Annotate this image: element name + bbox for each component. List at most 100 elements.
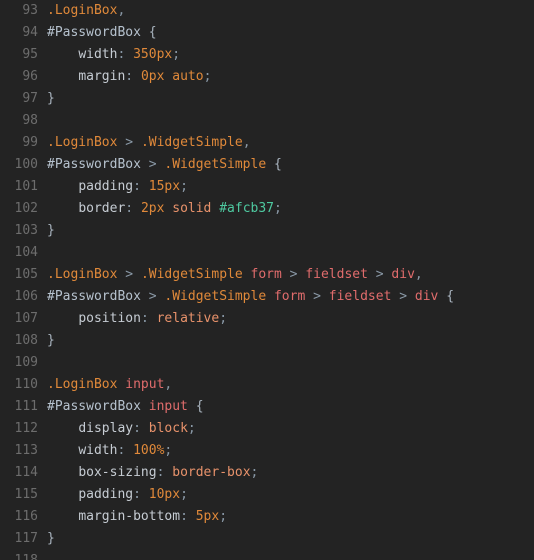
token-punct: ; bbox=[219, 311, 228, 326]
code-line[interactable]: 95 width: 350px; bbox=[0, 44, 534, 66]
token-value: 15px bbox=[148, 179, 181, 194]
token-punct: , bbox=[117, 3, 126, 18]
line-number: 112 bbox=[14, 421, 38, 436]
line-content[interactable]: box-sizing: border-box; bbox=[38, 462, 534, 484]
code-line[interactable]: 105 .LoginBox > .WidgetSimple form > fiel… bbox=[0, 264, 534, 286]
token-punct: , bbox=[242, 135, 251, 150]
code-line[interactable]: 100 #PasswordBox > .WidgetSimple { bbox=[0, 154, 534, 176]
line-content[interactable]: .LoginBox > .WidgetSimple form > fieldse… bbox=[38, 264, 534, 286]
code-line[interactable]: 115 padding: 10px; bbox=[0, 484, 534, 506]
line-number: 110 bbox=[14, 377, 38, 392]
code-line[interactable]: 107 position: relative; bbox=[0, 308, 534, 330]
code-line[interactable]: 106 #PasswordBox > .WidgetSimple form > f… bbox=[0, 286, 534, 308]
token-punct: : bbox=[140, 311, 149, 326]
token-class: .LoginBox bbox=[47, 135, 118, 150]
line-content[interactable]: position: relative; bbox=[38, 308, 534, 330]
code-line[interactable]: 98 bbox=[0, 110, 534, 132]
code-line[interactable]: 99 .LoginBox > .WidgetSimple, bbox=[0, 132, 534, 154]
line-content[interactable]: #PasswordBox > .WidgetSimple { bbox=[38, 154, 534, 176]
token-hex: #afcb37 bbox=[219, 201, 275, 216]
code-line[interactable]: 96 margin: 0px auto; bbox=[0, 66, 534, 88]
token-class: .LoginBox bbox=[47, 267, 118, 282]
code-line[interactable]: 101 padding: 15px; bbox=[0, 176, 534, 198]
code-lines-container[interactable]: 93 .LoginBox, 94 #PasswordBox {95 width: 35… bbox=[0, 0, 534, 560]
line-content[interactable]: #PasswordBox { bbox=[38, 22, 534, 44]
line-content[interactable]: .LoginBox input, bbox=[38, 374, 534, 396]
line-content[interactable]: width: 100%; bbox=[38, 440, 534, 462]
code-line[interactable]: 116 margin-bottom: 5px; bbox=[0, 506, 534, 528]
line-content[interactable]: } bbox=[38, 528, 534, 550]
code-line[interactable]: 97} bbox=[0, 88, 534, 110]
line-number: 107 bbox=[14, 311, 38, 326]
code-line[interactable]: 118 bbox=[0, 550, 534, 560]
line-content[interactable]: #PasswordBox input { bbox=[38, 396, 534, 418]
line-content[interactable]: .LoginBox, bbox=[38, 0, 534, 22]
line-number: 114 bbox=[14, 465, 38, 480]
token-element: form bbox=[250, 267, 282, 282]
line-content[interactable]: .LoginBox > .WidgetSimple, bbox=[38, 132, 534, 154]
token-prop: margin bbox=[78, 69, 126, 84]
line-content[interactable]: } bbox=[38, 220, 534, 242]
token-id: #PasswordBox bbox=[47, 157, 141, 172]
line-number: 102 bbox=[14, 201, 38, 216]
code-line[interactable]: 104 bbox=[0, 242, 534, 264]
token-keyword: block bbox=[148, 421, 188, 436]
code-line[interactable]: 109 bbox=[0, 352, 534, 374]
line-number: 100 bbox=[14, 157, 38, 172]
line-number: 117 bbox=[14, 531, 38, 546]
token-punct: , bbox=[164, 377, 173, 392]
code-line[interactable]: 102 border: 2px solid #afcb37; bbox=[0, 198, 534, 220]
line-number: 95 bbox=[22, 47, 38, 62]
code-line[interactable]: 108} bbox=[0, 330, 534, 352]
token-class: .LoginBox bbox=[47, 377, 118, 392]
line-content[interactable]: } bbox=[38, 330, 534, 352]
token-punct: : bbox=[125, 201, 134, 216]
code-line[interactable]: 110 .LoginBox input, bbox=[0, 374, 534, 396]
token-punct: ; bbox=[164, 443, 173, 458]
code-editor[interactable]: 93 .LoginBox, 94 #PasswordBox {95 width: 35… bbox=[0, 0, 534, 560]
code-line[interactable]: 93 .LoginBox, bbox=[0, 0, 534, 22]
token-punct: : bbox=[180, 509, 188, 524]
token-brace: { bbox=[148, 25, 157, 40]
code-line[interactable]: 117} bbox=[0, 528, 534, 550]
token-punct: ; bbox=[180, 179, 188, 194]
code-line[interactable]: 114 box-sizing: border-box; bbox=[0, 462, 534, 484]
token-prop: box-sizing bbox=[78, 465, 157, 480]
line-content[interactable]: border: 2px solid #afcb37; bbox=[38, 198, 534, 220]
line-number: 111 bbox=[14, 399, 38, 414]
token-punct: ; bbox=[172, 47, 181, 62]
line-number: 99 bbox=[22, 135, 38, 150]
code-line[interactable]: 113 width: 100%; bbox=[0, 440, 534, 462]
line-content[interactable]: margin-bottom: 5px; bbox=[38, 506, 534, 528]
token-element: fieldset bbox=[305, 267, 368, 282]
code-line[interactable]: 103} bbox=[0, 220, 534, 242]
line-content[interactable]: display: block; bbox=[38, 418, 534, 440]
line-content[interactable]: margin: 0px auto; bbox=[38, 66, 534, 88]
line-content[interactable]: padding: 15px; bbox=[38, 176, 534, 198]
token-punct: ; bbox=[203, 69, 212, 84]
code-line[interactable]: 112 display: block; bbox=[0, 418, 534, 440]
line-content[interactable]: width: 350px; bbox=[38, 44, 534, 66]
line-content[interactable]: #PasswordBox > .WidgetSimple form > fiel… bbox=[38, 286, 534, 308]
line-number: 105 bbox=[14, 267, 38, 282]
code-line[interactable]: 94 #PasswordBox { bbox=[0, 22, 534, 44]
line-number: 103 bbox=[14, 223, 38, 238]
token-prop: padding bbox=[78, 487, 134, 502]
code-line[interactable]: 111 #PasswordBox input { bbox=[0, 396, 534, 418]
token-id: #PasswordBox bbox=[47, 25, 141, 40]
token-value: 0px auto bbox=[140, 69, 204, 84]
line-content[interactable]: } bbox=[38, 88, 534, 110]
line-content[interactable]: padding: 10px; bbox=[38, 484, 534, 506]
